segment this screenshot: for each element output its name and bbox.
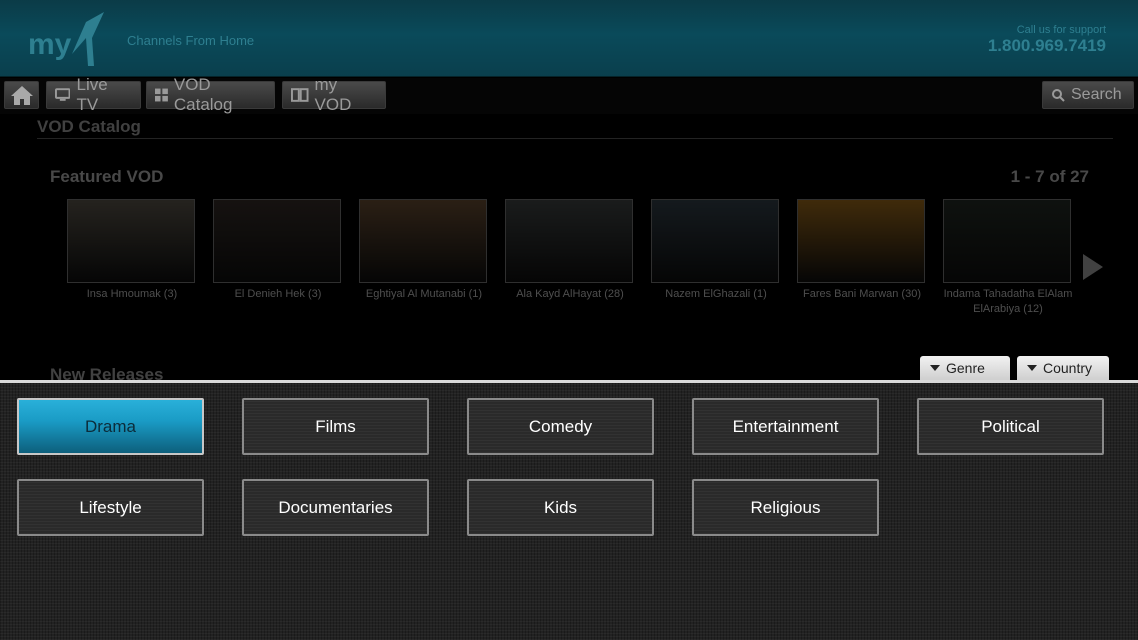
genre-filter-label: Genre [946,360,985,376]
home-button[interactable] [4,81,39,109]
featured-item[interactable]: Ala Kayd AlHayat (28) [505,199,635,302]
featured-item-title: Nazem ElGhazali (1) [665,288,767,300]
mytv-logo: my [28,8,108,70]
featured-thumbnail [797,199,925,283]
featured-item[interactable]: Nazem ElGhazali (1) [651,199,781,302]
vod-catalog-content: VOD Catalog Featured VOD 1 - 7 of 27 Ins… [0,114,1138,384]
featured-item-title: Ala Kayd AlHayat (28) [516,288,624,300]
grid-icon [155,88,168,102]
app-header: my Channels From Home Call us for suppor… [0,0,1138,77]
divider [37,138,1113,139]
genre-panel: Drama Films Comedy Entertainment Political Li… [0,380,1138,640]
featured-item[interactable]: Insa Hmoumak (3) [67,199,197,302]
featured-thumbnail [943,199,1071,283]
country-filter-button[interactable]: Country [1017,356,1109,380]
genre-button-kids[interactable]: Kids [467,479,654,536]
support-phone[interactable]: 1.800.969.7419 [988,36,1106,56]
search-icon [1052,89,1065,102]
genre-button-drama[interactable]: Drama [17,398,204,455]
featured-item-title: El Denieh Hek (3) [234,288,322,300]
featured-count: 1 - 7 of 27 [1010,167,1089,186]
genre-filter-button[interactable]: Genre [920,356,1010,380]
genre-button-religious[interactable]: Religious [692,479,879,536]
live-tv-button[interactable]: Live TV [46,75,141,114]
caret-down-icon [930,365,940,371]
genre-button-films[interactable]: Films [242,398,429,455]
genre-button-entertainment[interactable]: Entertainment [692,398,879,455]
genre-button-political[interactable]: Political [917,398,1104,455]
live-tv-label: Live TV [76,75,108,114]
featured-thumbnail [67,199,195,283]
nav-bar: Live TV VOD Catalog my VOD Search [0,75,1138,114]
home-icon [10,86,33,105]
featured-thumbnail [213,199,341,283]
genre-button-documentaries[interactable]: Documentaries [242,479,429,536]
featured-item-title: Indama Tahadatha ElAlam ElArabiya (12) [943,288,1073,315]
page-title: VOD Catalog [37,117,141,136]
featured-item-title: Eghtiyal Al Mutanabi (1) [365,288,483,300]
featured-item-title: Insa Hmoumak (3) [86,288,178,300]
featured-item[interactable]: Fares Bani Marwan (30) [797,199,927,302]
country-filter-label: Country [1043,360,1093,376]
featured-thumbnail [651,199,779,283]
tagline: Channels From Home [127,33,255,48]
featured-item-title: Fares Bani Marwan (30) [803,288,921,300]
featured-item[interactable]: Eghtiyal Al Mutanabi (1) [359,199,489,302]
featured-item[interactable]: El Denieh Hek (3) [213,199,343,302]
next-arrow-icon[interactable] [1083,254,1103,280]
genre-button-lifestyle[interactable]: Lifestyle [17,479,204,536]
featured-title: Featured VOD [50,167,164,186]
vod-catalog-label: VOD Catalog [173,75,233,114]
support-label: Call us for support [1016,24,1106,36]
film-icon [291,88,309,102]
my-vod-label: my VOD [314,75,352,114]
vod-catalog-button[interactable]: VOD Catalog [146,75,275,114]
genre-button-comedy[interactable]: Comedy [467,398,654,455]
caret-down-icon [1027,365,1037,371]
my-vod-button[interactable]: my VOD [282,75,386,114]
featured-thumbnail [359,199,487,283]
featured-item[interactable]: Indama Tahadatha ElAlam ElArabiya (12) [943,199,1073,317]
svg-text:my: my [28,28,72,61]
featured-thumbnail [505,199,633,283]
search-label: Search [1071,86,1122,103]
tv-icon [55,88,71,101]
search-button[interactable]: Search [1042,81,1134,109]
